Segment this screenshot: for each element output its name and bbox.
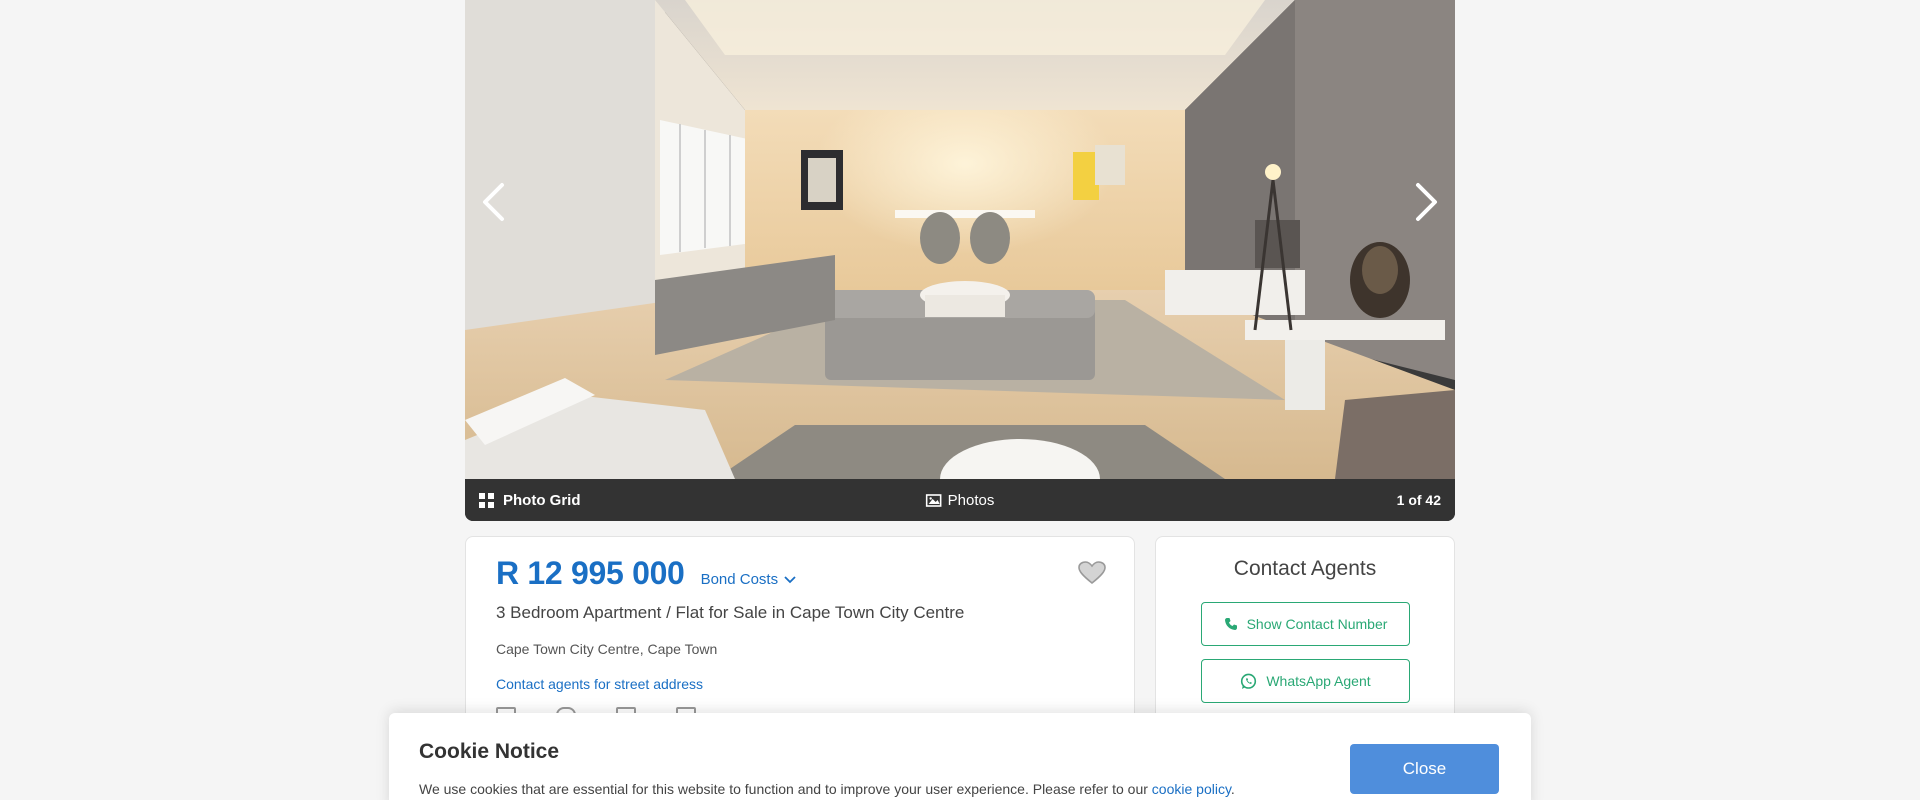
next-photo-button[interactable] [1407,180,1447,224]
bond-costs-toggle[interactable]: Bond Costs [701,571,797,588]
living-room-illustration [465,0,1455,479]
heart-icon [1078,561,1106,585]
whatsapp-agent-label: WhatsApp Agent [1266,673,1371,689]
listing-title: 3 Bedroom Apartment / Flat for Sale in C… [496,603,965,622]
phone-icon [1224,618,1237,630]
previous-photo-button[interactable] [473,180,513,224]
photos-label: Photos [947,491,995,509]
chevron-left-icon [483,183,504,221]
bond-costs-label: Bond Costs [700,571,779,588]
cookie-notice-title: Cookie Notice [419,740,560,763]
cookie-notice-period: . [1230,781,1235,797]
street-address-link[interactable]: Contact agents for street address [496,676,703,692]
cookie-policy-link[interactable]: cookie policy [1152,781,1231,797]
whatsapp-icon [1241,673,1257,689]
price-row: R 12 995 000 Bond Costs [496,555,796,592]
property-photo[interactable] [465,0,1455,479]
cookie-notice: Cookie Notice We use cookies that are es… [389,713,1531,800]
gallery-toolbar: Photo Grid Photos 1 of 42 [465,479,1455,521]
contact-agents-title: Contact Agents [1233,557,1377,580]
whatsapp-agent-button[interactable]: WhatsApp Agent [1201,659,1410,703]
cookie-close-button[interactable]: Close [1350,744,1499,794]
favourite-button[interactable] [1078,561,1106,590]
chevron-down-icon [784,575,796,583]
show-contact-number-label: Show Contact Number [1246,616,1388,632]
show-contact-number-button[interactable]: Show Contact Number [1201,602,1410,646]
grid-icon [479,492,494,508]
photo-counter: 1 of 42 [1396,492,1441,508]
image-icon [925,493,942,507]
cookie-notice-text: We use cookies that are essential for th… [419,781,1235,797]
cookie-notice-body: We use cookies that are essential for th… [419,781,1152,797]
page: Photo Grid Photos 1 of 42 R 12 995 000 B… [0,0,1920,800]
photo-grid-button[interactable]: Photo Grid [479,492,581,509]
listing-location: Cape Town City Centre, Cape Town [496,641,718,657]
photo-gallery: Photo Grid Photos 1 of 42 [465,0,1455,521]
photos-button[interactable]: Photos [925,491,995,509]
listing-price: R 12 995 000 [496,555,685,591]
photo-grid-label: Photo Grid [503,491,581,509]
chevron-right-icon [1416,183,1437,221]
